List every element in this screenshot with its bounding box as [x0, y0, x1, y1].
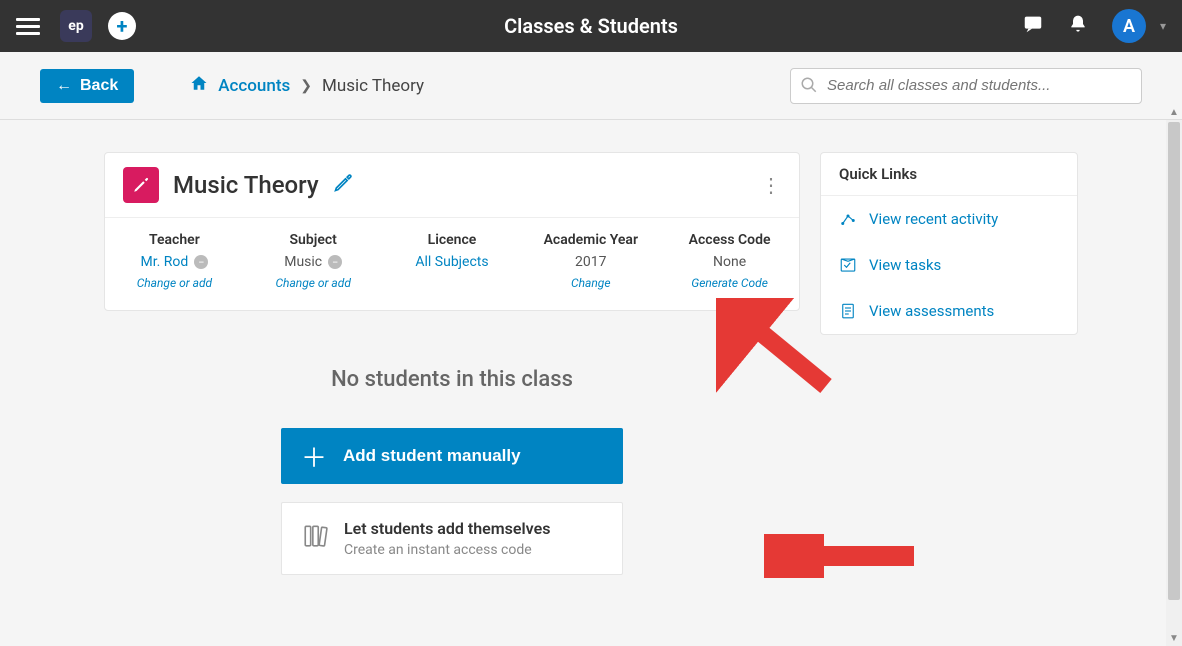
quick-links-card: Quick Links View recent activity View ta…	[820, 152, 1078, 335]
bell-icon[interactable]	[1068, 13, 1088, 39]
licence-value[interactable]: All Subjects	[383, 254, 522, 270]
edit-icon[interactable]	[333, 173, 353, 197]
books-icon	[302, 523, 328, 553]
app-logo[interactable]: ep	[60, 10, 92, 42]
remove-teacher-icon[interactable]: −	[194, 255, 208, 269]
teacher-value[interactable]: Mr. Rod −	[105, 254, 244, 270]
self-add-subtitle: Create an instant access code	[344, 542, 550, 558]
avatar[interactable]: A	[1112, 9, 1146, 43]
meta-subject: Subject Music − Change or add	[244, 232, 383, 290]
ql-view-tasks[interactable]: View tasks	[821, 242, 1077, 288]
meta-licence: Licence All Subjects	[383, 232, 522, 290]
access-value: None	[660, 254, 799, 270]
year-value: 2017	[521, 254, 660, 270]
back-button[interactable]: ← Back	[40, 69, 134, 103]
menu-icon[interactable]	[16, 14, 40, 38]
subject-action[interactable]: Change or add	[244, 276, 383, 290]
meta-year: Academic Year 2017 Change	[521, 232, 660, 290]
breadcrumb-root[interactable]: Accounts	[218, 76, 290, 96]
search-icon	[800, 76, 818, 98]
breadcrumb: Accounts ❯ Music Theory	[190, 74, 424, 97]
class-title: Music Theory	[173, 171, 319, 199]
search-wrap	[790, 68, 1142, 104]
empty-state: No students in this class	[104, 367, 800, 392]
ql-view-assessments[interactable]: View assessments	[821, 288, 1077, 334]
scroll-up-icon[interactable]: ▲	[1166, 104, 1182, 120]
more-icon[interactable]: ⋮	[761, 173, 781, 197]
content: Music Theory ⋮ Teacher Mr. Rod − Change …	[0, 120, 1182, 607]
activity-icon	[839, 210, 857, 228]
plus-icon: ＋	[301, 438, 327, 475]
self-add-title: Let students add themselves	[344, 519, 550, 538]
ql-recent-activity[interactable]: View recent activity	[821, 196, 1077, 242]
back-label: Back	[80, 77, 118, 95]
search-input[interactable]	[790, 68, 1142, 104]
year-action[interactable]: Change	[521, 276, 660, 290]
chat-icon[interactable]	[1022, 13, 1044, 39]
topbar: ep + Classes & Students A ▾	[0, 0, 1182, 52]
remove-subject-icon[interactable]: −	[328, 255, 342, 269]
assessments-icon	[839, 302, 857, 320]
tasks-icon	[839, 256, 857, 274]
scrollbar[interactable]: ▲ ▼	[1166, 120, 1182, 646]
add-student-manually-button[interactable]: ＋ Add student manually	[281, 428, 623, 484]
breadcrumb-current: Music Theory	[322, 76, 424, 96]
subject-value: Music −	[244, 254, 383, 270]
add-button[interactable]: +	[108, 12, 136, 40]
meta-access: Access Code None Generate Code	[660, 232, 799, 290]
teacher-action[interactable]: Change or add	[105, 276, 244, 290]
scrollbar-thumb[interactable]	[1168, 122, 1180, 600]
home-icon[interactable]	[190, 74, 208, 97]
class-icon	[123, 167, 159, 203]
breadcrumb-separator: ❯	[300, 78, 312, 94]
let-students-add-button[interactable]: Let students add themselves Create an in…	[281, 502, 623, 575]
access-action[interactable]: Generate Code	[660, 276, 799, 290]
chevron-down-icon[interactable]: ▾	[1160, 19, 1166, 33]
class-card: Music Theory ⋮ Teacher Mr. Rod − Change …	[104, 152, 800, 311]
arrow-left-icon: ←	[56, 77, 72, 95]
meta-teacher: Teacher Mr. Rod − Change or add	[105, 232, 244, 290]
scroll-down-icon[interactable]: ▼	[1166, 630, 1182, 646]
subbar: ← Back Accounts ❯ Music Theory	[0, 52, 1182, 120]
quick-links-header: Quick Links	[821, 153, 1077, 196]
action-buttons: ＋ Add student manually Let students add …	[281, 428, 623, 575]
page-title: Classes & Students	[504, 14, 678, 38]
